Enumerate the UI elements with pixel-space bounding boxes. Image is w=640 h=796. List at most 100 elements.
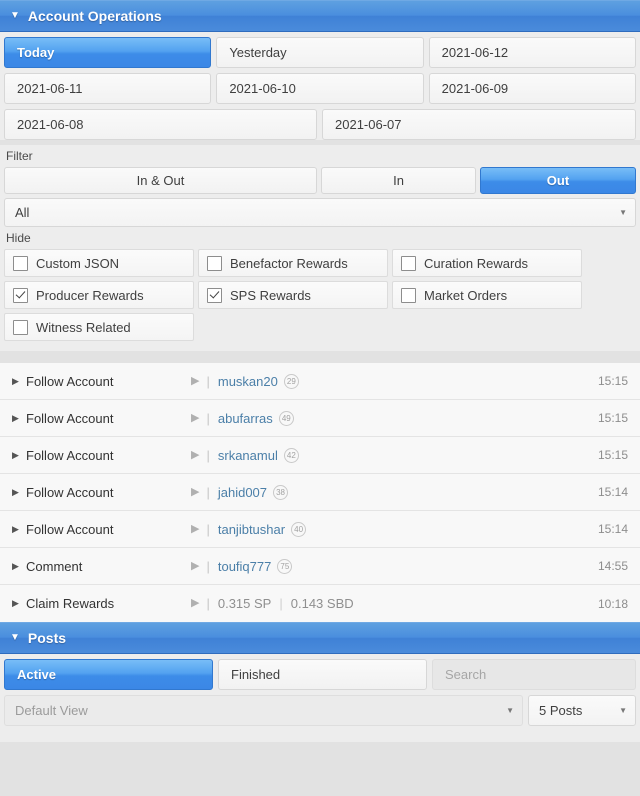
operation-detail: ▶ | jahid007 38: [191, 484, 598, 500]
checkbox-checked-icon: [207, 287, 222, 303]
operation-type: Follow Account: [26, 373, 114, 389]
hide-row-2: Producer Rewards SPS Rewards Market Orde…: [4, 281, 636, 309]
operation-time: 15:15: [597, 448, 628, 462]
hide-checkbox-sps-rewards[interactable]: SPS Rewards: [198, 281, 388, 309]
filter-tab-in[interactable]: In: [321, 167, 476, 194]
checkbox-icon: [207, 255, 222, 271]
reputation-badge: 75: [277, 558, 293, 574]
filter-type-select[interactable]: All ▼: [4, 198, 636, 227]
date-button-2021-06-08[interactable]: 2021-06-08: [4, 109, 317, 140]
filter-tab-out[interactable]: Out: [480, 167, 636, 194]
expand-chevron-icon[interactable]: ▶: [12, 413, 26, 423]
divider: |: [206, 558, 210, 574]
hide-checkbox-producer-rewards[interactable]: Producer Rewards: [4, 281, 194, 309]
operation-type: Follow Account: [26, 410, 114, 426]
play-icon[interactable]: ▶: [191, 486, 199, 498]
checkbox-icon: [401, 287, 416, 303]
expand-chevron-icon[interactable]: ▶: [12, 561, 26, 571]
expand-chevron-icon[interactable]: ▶: [12, 450, 26, 460]
checkbox-icon: [401, 255, 416, 271]
filter-tab-in-and-out[interactable]: In & Out: [4, 167, 317, 194]
post-count-select[interactable]: 5 Posts ▼: [528, 695, 636, 726]
date-row-3: 2021-06-08 2021-06-07: [4, 109, 636, 140]
date-button-2021-06-12[interactable]: 2021-06-12: [428, 37, 636, 68]
filter-segmented-control: In & Out In Out: [0, 167, 640, 194]
caret-down-icon: ▼: [10, 632, 20, 643]
filter-type-value: All: [15, 205, 30, 220]
table-row[interactable]: ▶ Follow Account ▶ | tanjibtushar 40 15:…: [0, 511, 640, 548]
reward-amount-sbd: 0.143 SBD: [290, 596, 354, 611]
account-link[interactable]: tanjibtushar: [218, 522, 285, 537]
operation-detail: ▶ | abufarras 49: [191, 410, 598, 426]
account-link[interactable]: jahid007: [218, 485, 267, 500]
expand-chevron-icon[interactable]: ▶: [12, 376, 26, 386]
hide-option-label: Benefactor Rewards: [230, 255, 348, 271]
hide-row-1: Custom JSON Benefactor Rewards Curation …: [4, 249, 636, 277]
account-link[interactable]: muskan20: [218, 374, 278, 389]
reputation-badge: 38: [273, 484, 289, 500]
date-button-yesterday[interactable]: Yesterday: [216, 37, 424, 68]
operation-time: 15:14: [597, 522, 628, 536]
view-select[interactable]: Default View ▼: [4, 695, 523, 726]
play-icon[interactable]: ▶: [191, 449, 199, 461]
operation-detail: ▶ | tanjibtushar 40: [191, 521, 598, 537]
date-button-2021-06-10[interactable]: 2021-06-10: [216, 73, 424, 104]
view-select-value: Default View: [15, 703, 88, 718]
table-row[interactable]: ▶ Follow Account ▶ | abufarras 49 15:15: [0, 400, 640, 437]
posts-footer-spacer: [0, 726, 640, 742]
expand-chevron-icon[interactable]: ▶: [12, 487, 26, 497]
table-row[interactable]: ▶ Follow Account ▶ | jahid007 38 15:14: [0, 474, 640, 511]
table-row[interactable]: ▶ Comment ▶ | toufiq777 75 14:55: [0, 548, 640, 585]
chevron-down-icon: ▼: [506, 705, 514, 715]
divider: |: [206, 447, 210, 463]
account-operations-header[interactable]: ▼ Account Operations: [0, 0, 640, 32]
play-icon[interactable]: ▶: [191, 523, 199, 535]
play-icon[interactable]: ▶: [191, 560, 199, 572]
search-input[interactable]: Search: [432, 659, 636, 690]
play-icon[interactable]: ▶: [191, 412, 199, 424]
account-link[interactable]: toufiq777: [218, 559, 272, 574]
divider: |: [206, 373, 210, 389]
tab-finished[interactable]: Finished: [218, 659, 427, 690]
table-row[interactable]: ▶ Follow Account ▶ | muskan20 29 15:15: [0, 363, 640, 400]
hide-checkbox-market-orders[interactable]: Market Orders: [392, 281, 582, 309]
operation-type: Follow Account: [26, 521, 114, 537]
chevron-down-icon: ▼: [619, 207, 627, 217]
operation-detail: ▶ | toufiq777 75: [191, 558, 598, 574]
posts-controls: Active Finished Search Default View ▼ 5 …: [0, 654, 640, 726]
hide-option-label: SPS Rewards: [230, 287, 311, 303]
reputation-badge: 40: [291, 521, 307, 537]
hide-checkbox-custom-json[interactable]: Custom JSON: [4, 249, 194, 277]
operation-type: Follow Account: [26, 484, 114, 500]
account-operations-page: ▼ Account Operations Today Yesterday 202…: [0, 0, 640, 796]
date-button-2021-06-11[interactable]: 2021-06-11: [4, 73, 212, 104]
play-icon[interactable]: ▶: [191, 598, 199, 609]
date-button-today[interactable]: Today: [4, 37, 212, 68]
expand-chevron-icon[interactable]: ▶: [12, 524, 26, 534]
panel-title: Posts: [27, 630, 67, 646]
operation-time: 10:18: [597, 596, 628, 611]
checkbox-checked-icon: [13, 287, 28, 303]
date-button-2021-06-07[interactable]: 2021-06-07: [322, 109, 636, 140]
filter-label: Filter: [6, 149, 33, 163]
posts-header[interactable]: ▼ Posts: [0, 622, 640, 654]
date-selector: Today Yesterday 2021-06-12 2021-06-11 20…: [0, 32, 640, 140]
play-icon[interactable]: ▶: [191, 375, 199, 387]
hide-row-3: Witness Related: [4, 313, 636, 341]
hide-checkbox-curation-rewards[interactable]: Curation Rewards: [392, 249, 582, 277]
expand-chevron-icon[interactable]: ▶: [12, 599, 26, 608]
table-row[interactable]: ▶ Follow Account ▶ | srkanamul 42 15:15: [0, 437, 640, 474]
panel-title: Account Operations: [27, 8, 162, 24]
hide-checkbox-benefactor-rewards[interactable]: Benefactor Rewards: [198, 249, 388, 277]
operation-type: Comment: [26, 558, 83, 574]
operation-detail: ▶ | 0.315 SP | 0.143 SBD: [191, 596, 598, 611]
date-button-2021-06-09[interactable]: 2021-06-09: [428, 73, 636, 104]
hide-option-label: Market Orders: [424, 287, 508, 303]
table-row[interactable]: ▶ Claim Rewards ▶ | 0.315 SP | 0.143 SBD…: [0, 585, 640, 622]
hide-checkbox-witness-related[interactable]: Witness Related: [4, 313, 194, 341]
account-link[interactable]: abufarras: [218, 411, 273, 426]
account-link[interactable]: srkanamul: [218, 448, 278, 463]
posts-tabs-row: Active Finished Search: [4, 659, 636, 690]
reward-amount-sp: 0.315 SP: [217, 596, 272, 611]
tab-active[interactable]: Active: [4, 659, 213, 690]
